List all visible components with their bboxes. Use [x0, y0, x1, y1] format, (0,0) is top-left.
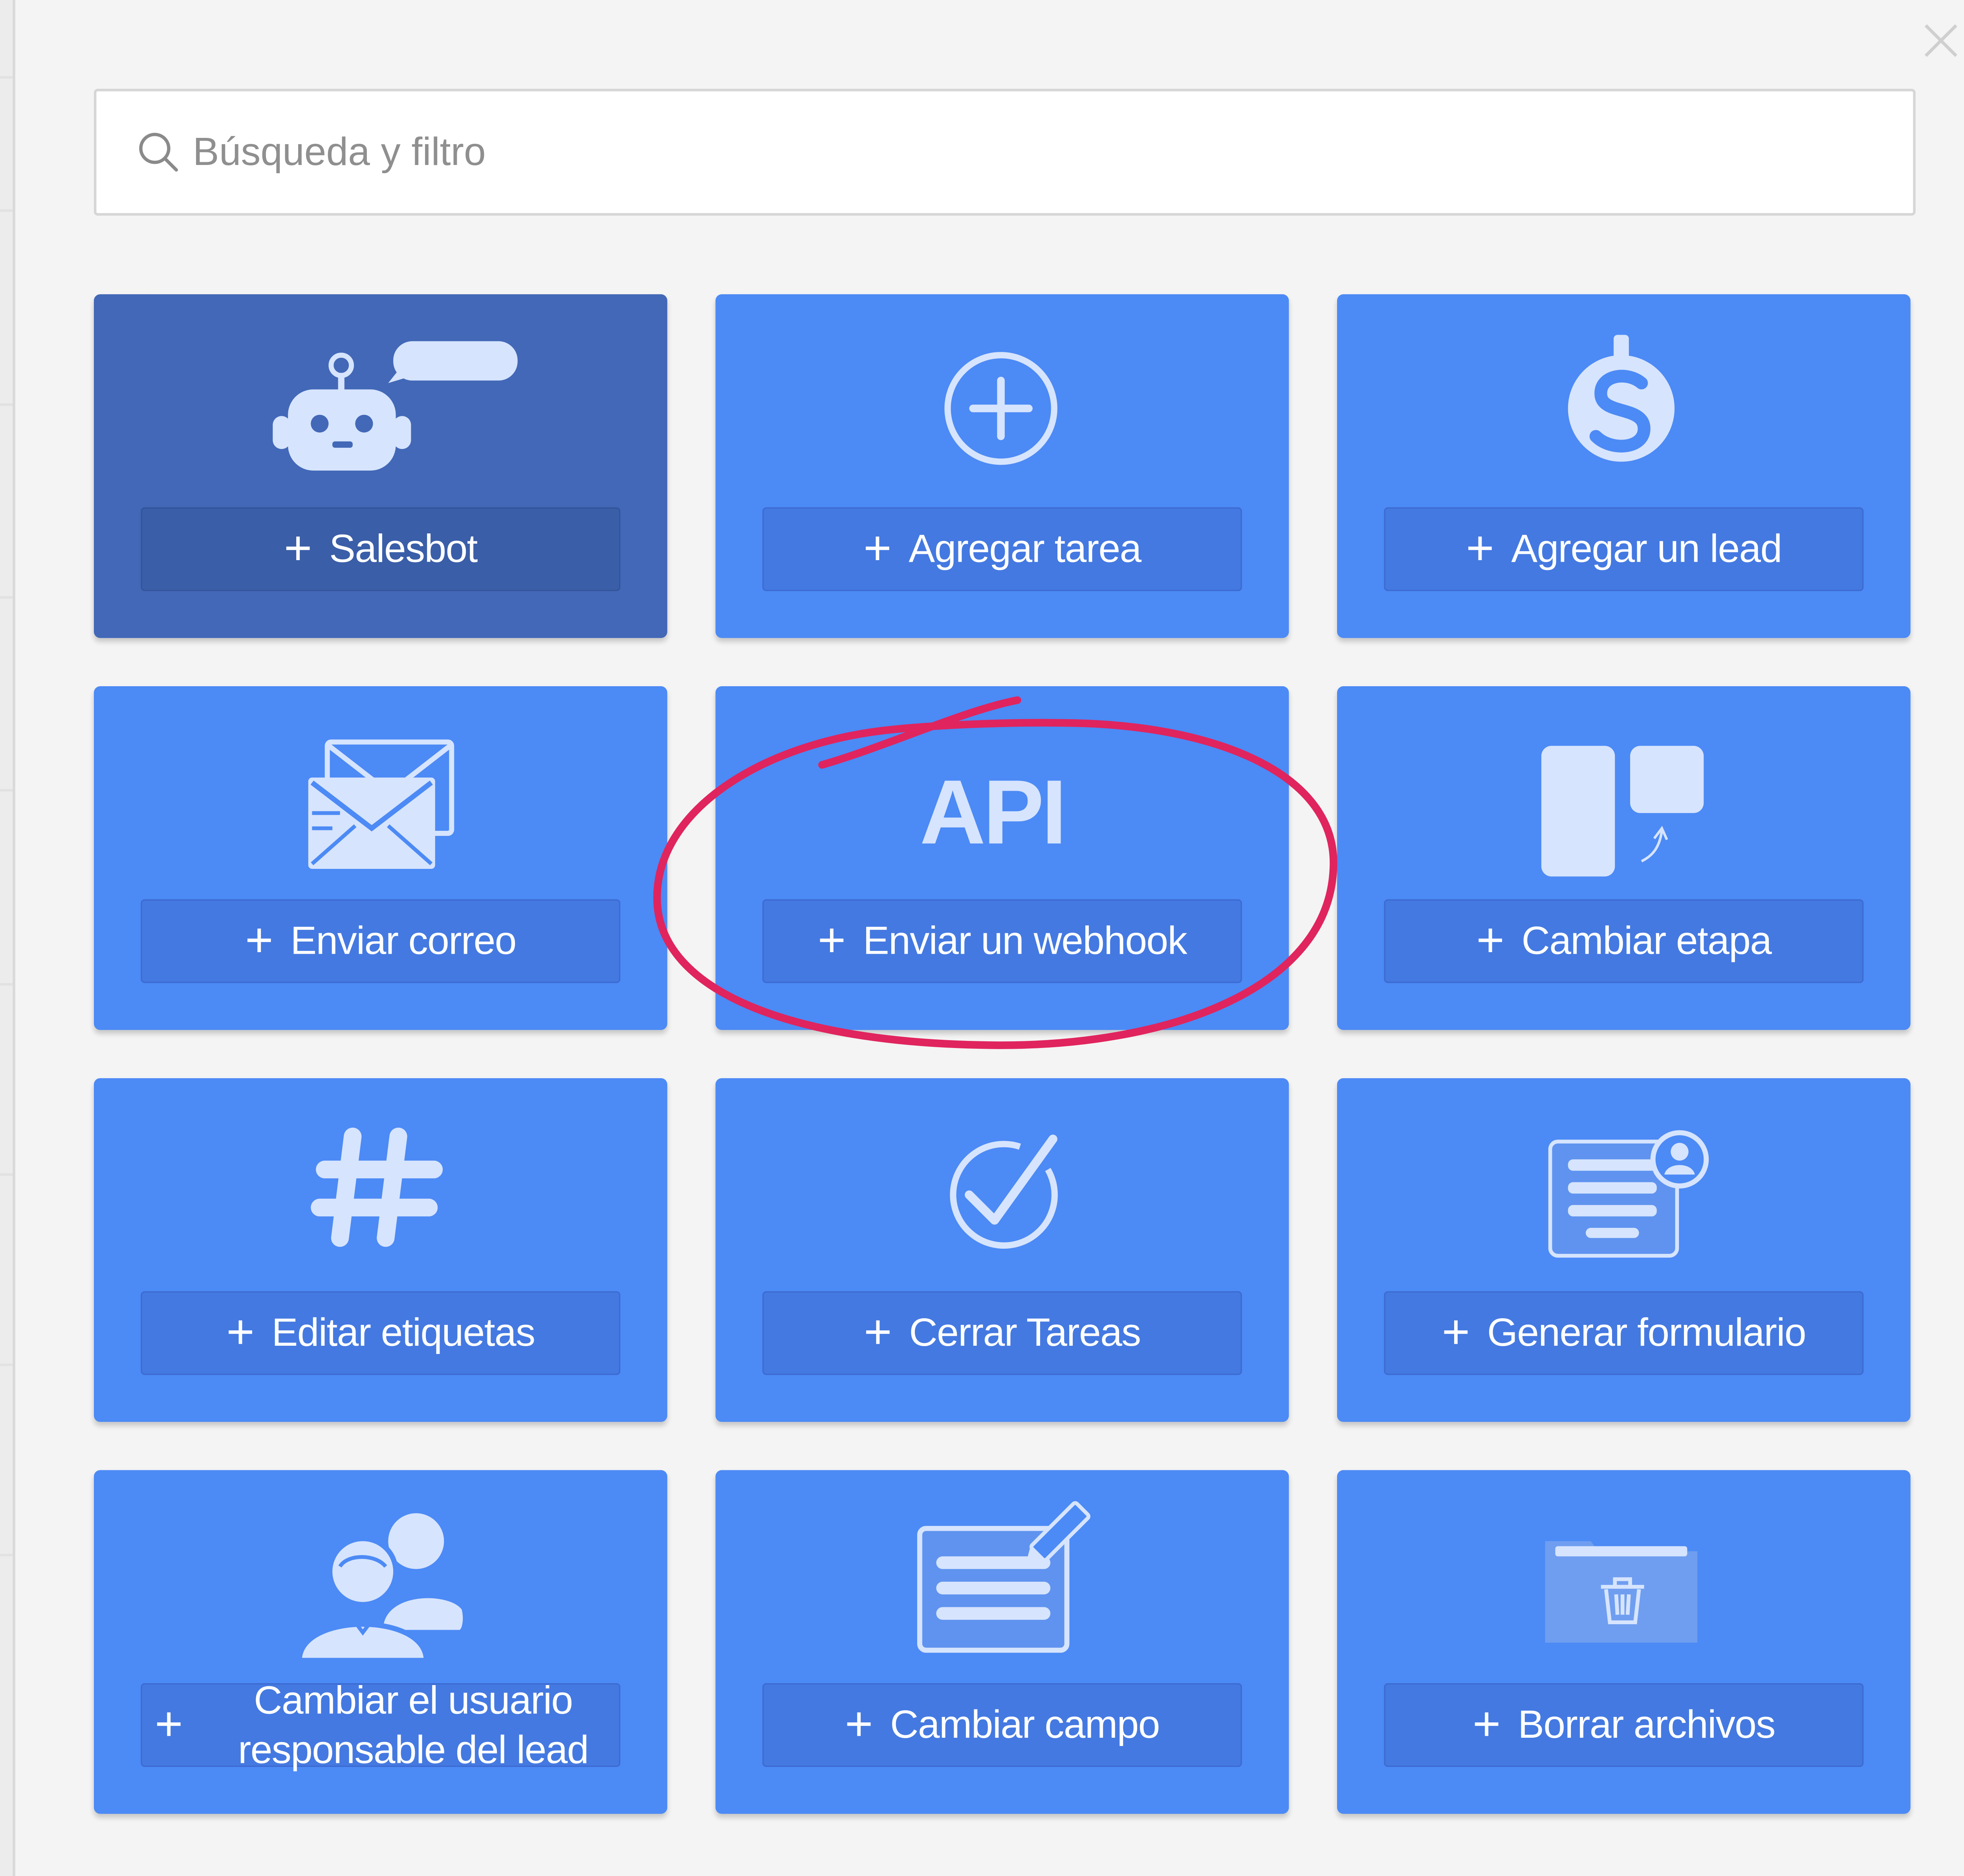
action-card-close-tasks[interactable]: + Cerrar Tareas	[715, 1078, 1289, 1422]
search-input[interactable]	[192, 129, 1842, 175]
action-card-generate-form[interactable]: + Generar formulario	[1337, 1078, 1911, 1422]
action-label: Generar formulario	[1487, 1310, 1806, 1355]
users-icon	[94, 1470, 667, 1680]
close-icon	[1924, 24, 1957, 57]
action-card-add-lead[interactable]: + Agregar un lead	[1337, 294, 1911, 638]
plus-icon: +	[817, 914, 846, 968]
action-card-edit-tags[interactable]: + Editar etiquetas	[93, 1078, 667, 1422]
stage-icon	[1337, 686, 1911, 896]
add-action-button[interactable]: + Editar etiquetas	[141, 1291, 621, 1375]
action-label: Enviar un webhook	[863, 918, 1187, 963]
plus-icon: +	[226, 1306, 255, 1360]
plus-icon: +	[1476, 914, 1504, 968]
plus-icon: +	[1466, 522, 1494, 576]
add-action-button[interactable]: + Salesbot	[141, 507, 621, 591]
plus-icon: +	[1472, 1698, 1501, 1752]
action-label: Cambiar el usuario responsable del lead	[238, 1678, 589, 1772]
action-label: Cerrar Tareas	[909, 1310, 1141, 1355]
edit-field-icon	[715, 1470, 1289, 1680]
folder-trash-icon	[1337, 1470, 1911, 1680]
action-label: Editar etiquetas	[271, 1310, 536, 1355]
plus-circle-icon	[715, 294, 1289, 504]
add-action-button[interactable]: + Cambiar campo	[762, 1683, 1242, 1767]
svg-text:API: API	[920, 761, 1064, 863]
envelope-icon	[94, 686, 667, 896]
plus-icon: +	[845, 1698, 873, 1752]
plus-icon: +	[245, 914, 273, 968]
add-action-button[interactable]: + Cambiar el usuario responsable del lea…	[141, 1678, 621, 1772]
hashtag-icon	[94, 1078, 667, 1288]
plus-icon: +	[863, 522, 892, 576]
action-label: Agregar un lead	[1511, 526, 1782, 571]
add-action-button[interactable]: + Enviar un webhook	[762, 899, 1242, 983]
api-icon: API	[715, 686, 1289, 896]
action-label: Cambiar etapa	[1521, 918, 1772, 963]
form-icon	[1337, 1078, 1911, 1288]
add-action-button[interactable]: + Cerrar Tareas	[762, 1291, 1242, 1375]
plus-icon: +	[155, 1698, 183, 1752]
action-card-salesbot[interactable]: + Salesbot	[93, 294, 667, 638]
action-card-add-task[interactable]: + Agregar tarea	[715, 294, 1289, 638]
action-card-delete-files[interactable]: + Borrar archivos	[1337, 1470, 1911, 1814]
action-label: Borrar archivos	[1518, 1702, 1775, 1747]
background-panel-edge	[0, 0, 15, 1876]
check-circle-icon	[715, 1078, 1289, 1288]
add-action-button[interactable]: + Agregar un lead	[1384, 507, 1864, 591]
add-action-button[interactable]: + Generar formulario	[1384, 1291, 1864, 1375]
add-action-button[interactable]: + Agregar tarea	[762, 507, 1242, 591]
add-action-button[interactable]: + Borrar archivos	[1384, 1683, 1864, 1767]
add-action-button[interactable]: + Cambiar etapa	[1384, 899, 1864, 983]
action-card-change-responsible-user[interactable]: + Cambiar el usuario responsable del lea…	[93, 1470, 667, 1814]
add-action-button[interactable]: + Enviar correo	[141, 899, 621, 983]
dollar-icon	[1337, 294, 1911, 504]
action-card-send-webhook[interactable]: API + Enviar un webhook	[715, 686, 1289, 1030]
automation-action-picker: + Salesbot + Agregar tarea + Agreg	[0, 0, 1964, 1876]
plus-icon: +	[284, 522, 312, 576]
close-button[interactable]	[1918, 18, 1964, 63]
action-label: Enviar correo	[290, 918, 517, 963]
action-card-change-field[interactable]: + Cambiar campo	[715, 1470, 1289, 1814]
action-label: Salesbot	[329, 526, 478, 571]
search-icon	[139, 133, 178, 172]
action-card-change-stage[interactable]: + Cambiar etapa	[1337, 686, 1911, 1030]
action-label: Agregar tarea	[909, 526, 1141, 571]
plus-icon: +	[864, 1306, 892, 1360]
search-bar[interactable]	[93, 89, 1916, 216]
action-card-send-email[interactable]: + Enviar correo	[93, 686, 667, 1030]
plus-icon: +	[1442, 1306, 1470, 1360]
action-label: Cambiar campo	[890, 1702, 1160, 1747]
robot-icon	[94, 294, 667, 504]
